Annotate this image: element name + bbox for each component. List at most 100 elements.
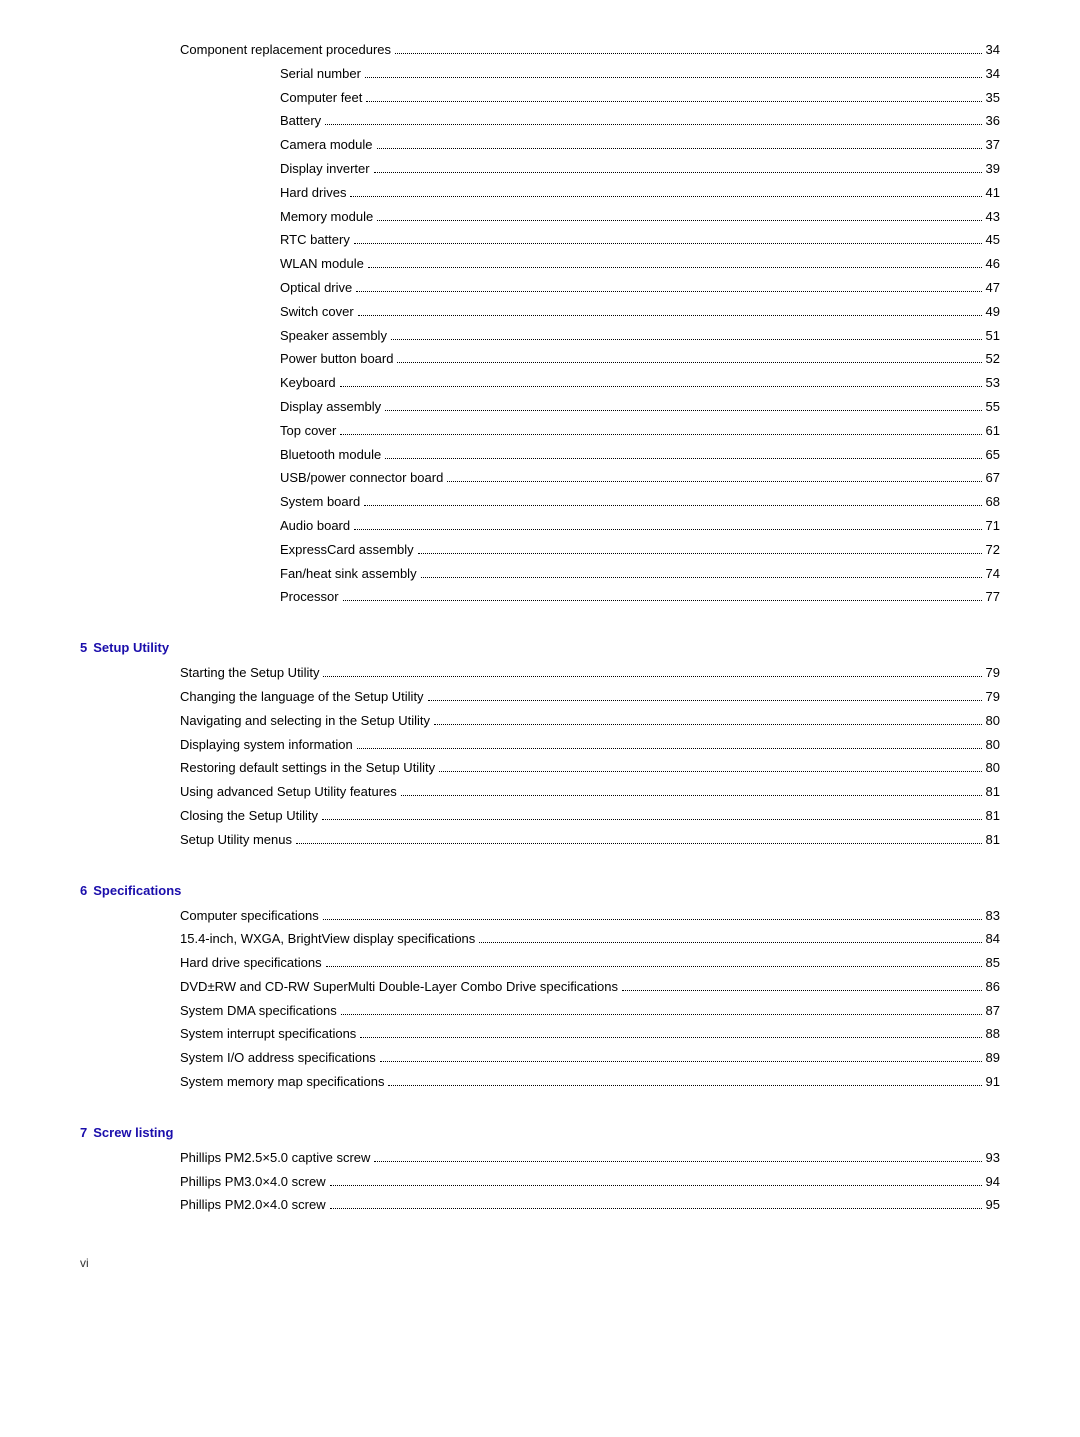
entry-text: Displaying system information: [180, 735, 353, 756]
page-num: 77: [986, 587, 1000, 608]
entry-text: Memory module: [280, 207, 373, 228]
dots: [354, 529, 981, 530]
page-num: 43: [986, 207, 1000, 228]
entry-text: Keyboard: [280, 373, 336, 394]
page-num: 87: [986, 1001, 1000, 1022]
page-num: 80: [986, 735, 1000, 756]
dots: [364, 505, 981, 506]
entry-text: Phillips PM2.0×4.0 screw: [180, 1195, 326, 1216]
entry-text: Hard drive specifications: [180, 953, 322, 974]
toc-entry: Restoring default settings in the Setup …: [80, 758, 1000, 779]
toc-entry: Audio board 71: [80, 516, 1000, 537]
toc-entry: Camera module 37: [80, 135, 1000, 156]
entry-text: Optical drive: [280, 278, 352, 299]
entry-text: Setup Utility menus: [180, 830, 292, 851]
toc-entry: USB/power connector board 67: [80, 468, 1000, 489]
toc-entry: Computer specifications 83: [80, 906, 1000, 927]
toc-entry: Phillips PM2.0×4.0 screw 95: [80, 1195, 1000, 1216]
toc-entry: Starting the Setup Utility 79: [80, 663, 1000, 684]
entry-text: Processor: [280, 587, 339, 608]
dots: [418, 553, 982, 554]
entry-text: Changing the language of the Setup Utili…: [180, 687, 424, 708]
page-num: 47: [986, 278, 1000, 299]
page-num: 51: [986, 326, 1000, 347]
toc-entry: Bluetooth module 65: [80, 445, 1000, 466]
toc-entry: RTC battery 45: [80, 230, 1000, 251]
dots: [326, 966, 982, 967]
toc-entry: DVD±RW and CD-RW SuperMulti Double-Layer…: [80, 977, 1000, 998]
toc-entry: Hard drive specifications 85: [80, 953, 1000, 974]
entry-text: USB/power connector board: [280, 468, 443, 489]
page-num: 45: [986, 230, 1000, 251]
page-num: 65: [986, 445, 1000, 466]
page-num: 61: [986, 421, 1000, 442]
dots: [434, 724, 981, 725]
toc-entry: ExpressCard assembly 72: [80, 540, 1000, 561]
page-num: 34: [986, 64, 1000, 85]
toc-entry: Power button board 52: [80, 349, 1000, 370]
dots: [395, 53, 982, 54]
dots: [428, 700, 982, 701]
dots: [479, 942, 981, 943]
page-num: 34: [986, 40, 1000, 61]
entry-text: System I/O address specifications: [180, 1048, 376, 1069]
dots: [447, 481, 981, 482]
dots: [358, 315, 982, 316]
toc-entry: Keyboard 53: [80, 373, 1000, 394]
toc-entry: System I/O address specifications 89: [80, 1048, 1000, 1069]
entry-text: System DMA specifications: [180, 1001, 337, 1022]
entry-text: Navigating and selecting in the Setup Ut…: [180, 711, 430, 732]
dots: [368, 267, 982, 268]
dots: [366, 101, 981, 102]
entry-text: Phillips PM3.0×4.0 screw: [180, 1172, 326, 1193]
page-num: 79: [986, 663, 1000, 684]
section-title-6: Specifications: [93, 883, 181, 898]
page-num: 41: [986, 183, 1000, 204]
toc-entry: Switch cover 49: [80, 302, 1000, 323]
page-num: 67: [986, 468, 1000, 489]
toc-entry: Memory module 43: [80, 207, 1000, 228]
toc-entry: Component replacement procedures 34: [80, 40, 1000, 61]
dots: [325, 124, 981, 125]
dots: [385, 458, 981, 459]
entry-text: Starting the Setup Utility: [180, 663, 319, 684]
page-num: 39: [986, 159, 1000, 180]
toc-entry: Optical drive 47: [80, 278, 1000, 299]
continuation-section: Component replacement procedures 34 Seri…: [80, 40, 1000, 608]
page-num: 79: [986, 687, 1000, 708]
page-num: 68: [986, 492, 1000, 513]
dots: [322, 819, 982, 820]
entry-text: Speaker assembly: [280, 326, 387, 347]
toc-entry: Navigating and selecting in the Setup Ut…: [80, 711, 1000, 732]
page-number: vi: [80, 1256, 89, 1270]
page-num: 49: [986, 302, 1000, 323]
section-header-6: 6 Specifications: [80, 883, 1000, 898]
page-num: 37: [986, 135, 1000, 156]
entry-text: Phillips PM2.5×5.0 captive screw: [180, 1148, 370, 1169]
toc-entry: Battery 36: [80, 111, 1000, 132]
dots: [377, 148, 982, 149]
page-num: 52: [986, 349, 1000, 370]
toc-entry: Phillips PM2.5×5.0 captive screw 93: [80, 1148, 1000, 1169]
toc-entry: Closing the Setup Utility 81: [80, 806, 1000, 827]
page-num: 85: [986, 953, 1000, 974]
entry-text: Closing the Setup Utility: [180, 806, 318, 827]
dots: [330, 1208, 982, 1209]
entry-text: Camera module: [280, 135, 373, 156]
entry-text: Display inverter: [280, 159, 370, 180]
dots: [388, 1085, 981, 1086]
toc-entry: System memory map specifications 91: [80, 1072, 1000, 1093]
toc-entry: Computer feet 35: [80, 88, 1000, 109]
entry-text: ExpressCard assembly: [280, 540, 414, 561]
entry-text: DVD±RW and CD-RW SuperMulti Double-Layer…: [180, 977, 618, 998]
page-num: 88: [986, 1024, 1000, 1045]
toc-entry: Top cover 61: [80, 421, 1000, 442]
page-num: 89: [986, 1048, 1000, 1069]
toc-entry: Display assembly 55: [80, 397, 1000, 418]
page-num: 81: [986, 830, 1000, 851]
entry-text: 15.4-inch, WXGA, BrightView display spec…: [180, 929, 475, 950]
section-header-5: 5 Setup Utility: [80, 640, 1000, 655]
toc-entry: System board 68: [80, 492, 1000, 513]
section-title-5: Setup Utility: [93, 640, 169, 655]
toc-entry: Processor 77: [80, 587, 1000, 608]
